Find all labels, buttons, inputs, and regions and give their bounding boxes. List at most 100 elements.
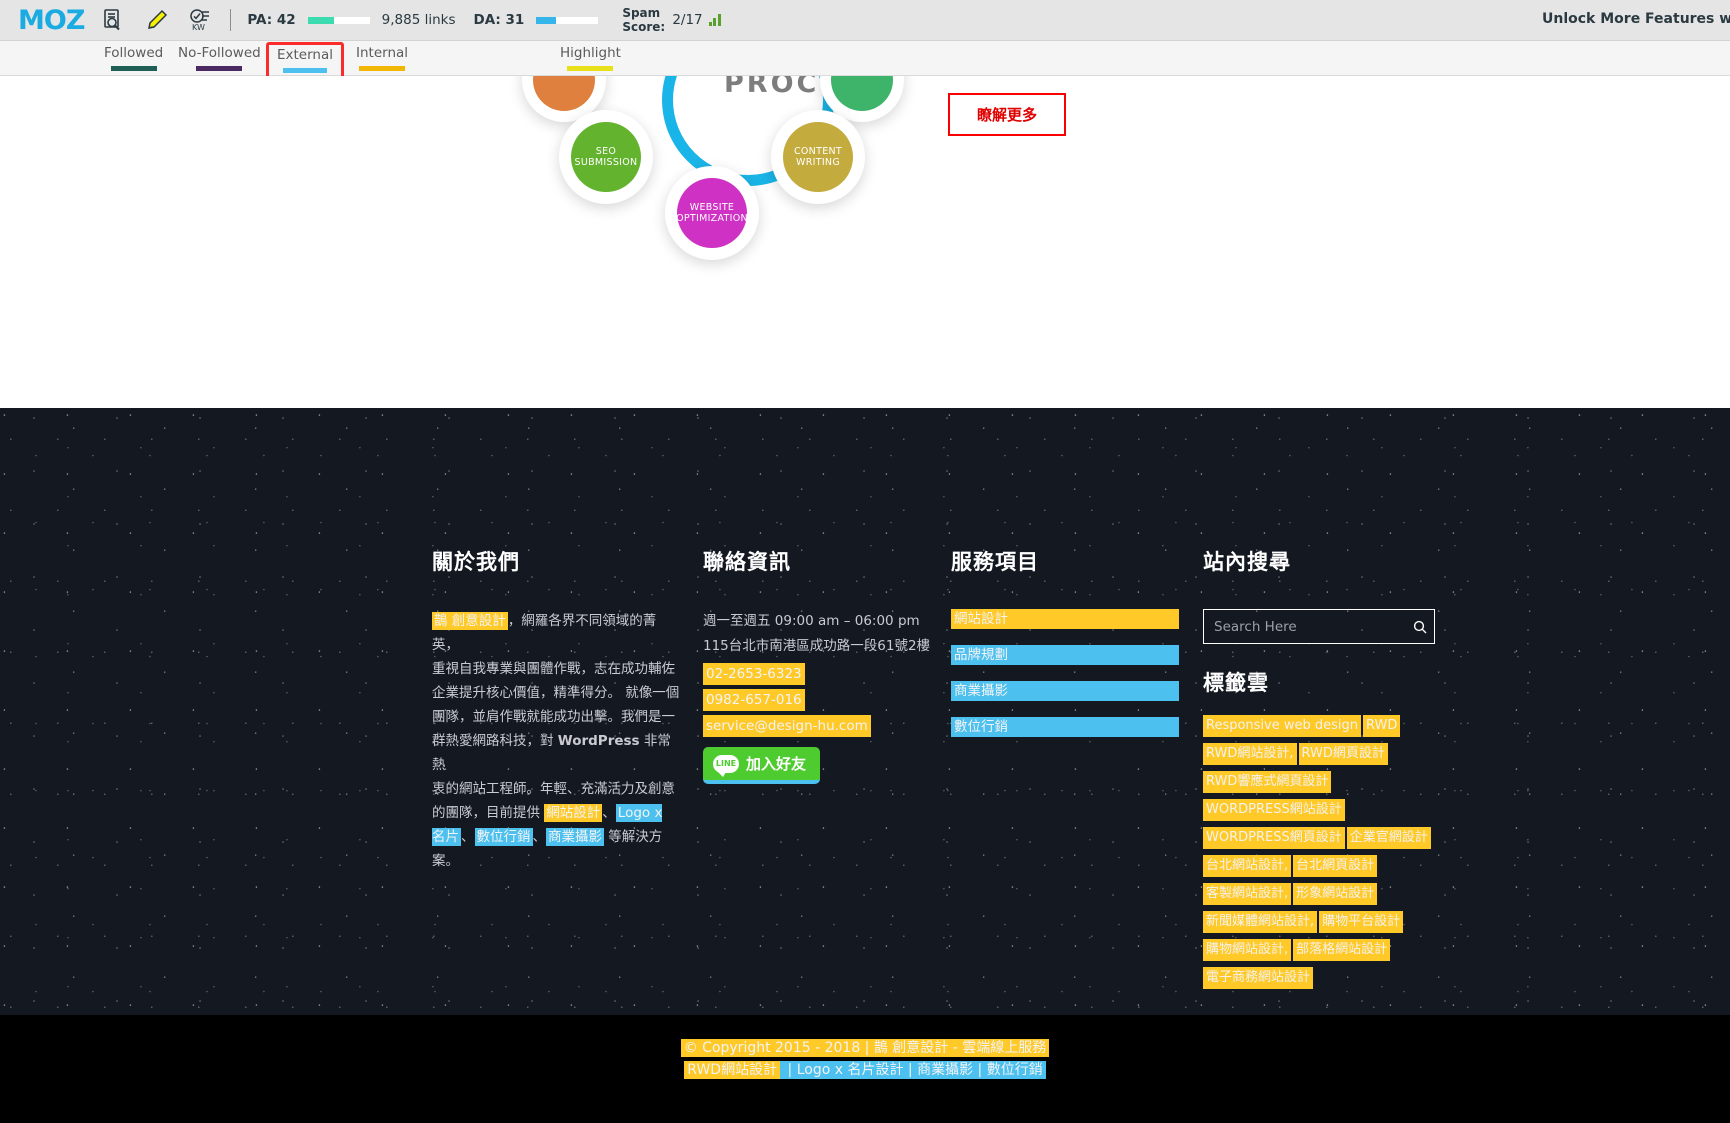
filter-internal-label: Internal: [356, 45, 409, 61]
tag-item[interactable]: 台北網站設計,: [1203, 855, 1292, 877]
tagcloud-heading: 標籤雲: [1203, 671, 1269, 695]
copyright-text[interactable]: © Copyright 2015 - 2018 | 鵲 創意設計 - 雲端線上服…: [680, 1039, 1050, 1057]
tag-item[interactable]: 購物網站設計,: [1203, 939, 1292, 961]
contact-email[interactable]: service@design-hu.com: [703, 715, 871, 737]
tag-item[interactable]: 部落格網站設計: [1293, 939, 1391, 961]
about-wordpress: WordPress: [557, 733, 640, 749]
keyword-icon[interactable]: KW: [186, 5, 216, 35]
service-item-brand-planning[interactable]: 品牌規劃: [951, 645, 1179, 665]
bubble-content-writing: CONTENT WRITING: [771, 110, 865, 204]
bubble-content-line1: CONTENT: [793, 146, 843, 157]
copyright-bar: © Copyright 2015 - 2018 | 鵲 創意設計 - 雲端線上服…: [0, 1015, 1730, 1123]
spam-score-label: Spam Score:: [622, 6, 666, 34]
tag-item[interactable]: RWD網站設計,: [1203, 743, 1297, 765]
contact-address: 115台北市南港區成功路一段61號2樓: [703, 638, 931, 654]
mozbar-toolbar: MOZ KW PA: 42 9,885 links DA: 31 Spam Sc…: [0, 0, 1730, 41]
filter-external-swatch: [283, 68, 327, 73]
tag-item[interactable]: 客製網站設計,: [1203, 883, 1292, 905]
site-search-box[interactable]: [1203, 609, 1435, 644]
pa-metric-bar: [307, 16, 370, 24]
tag-item[interactable]: WORDPRESS網站設計: [1203, 799, 1345, 821]
tag-item[interactable]: WORDPRESS網頁設計: [1203, 827, 1345, 849]
unlock-features-link[interactable]: Unlock More Features with MozBar: [1542, 11, 1730, 27]
about-sep2: 、: [461, 829, 475, 845]
about-sep1: 、: [602, 805, 616, 821]
contact-phone-2[interactable]: 0982-657-016: [703, 689, 805, 711]
site-footer: 關於我們 鵲 創意設計 ，網羅各界不同領域的菁英， 重視自我專業與團體作戰，志在成…: [0, 408, 1730, 1015]
filter-no-followed-label: No-Followed: [178, 45, 261, 61]
highlighter-icon[interactable]: [142, 5, 172, 35]
tag-item[interactable]: 電子商務網站設計: [1203, 967, 1314, 989]
filter-internal-swatch: [359, 66, 406, 71]
bubble-seo-line2: SUBMISSION: [574, 157, 638, 168]
filter-external-label: External: [277, 47, 334, 63]
tag-item[interactable]: 購物平台設計: [1319, 911, 1404, 933]
tag-item[interactable]: 企業官網設計: [1346, 827, 1431, 849]
about-sep3: 、: [532, 829, 547, 845]
about-p3: 企業提升核心價值，精準得分。 就像一個: [432, 685, 680, 701]
about-link-digital-marketing[interactable]: 數位行銷: [474, 828, 533, 846]
bubble-content-line2: WRITING: [796, 157, 840, 168]
about-brand-link[interactable]: 鵲 創意設計: [432, 612, 508, 630]
filter-internal[interactable]: Internal: [356, 45, 408, 71]
about-p5a: 群熱愛網路科技，對: [432, 733, 558, 749]
tag-item[interactable]: 台北網頁設計: [1293, 855, 1378, 877]
contact-heading: 聯絡資訊: [703, 550, 791, 574]
spam-label-line2: Score:: [622, 20, 666, 34]
about-p4: 團隊，並肩作戰就能成功出擊。我們是一: [432, 709, 675, 725]
bubble-website-line2: OPTIMIZATION: [676, 213, 748, 224]
tag-cloud: Responsive web design RWD RWD網站設計, RWD網頁設計 R…: [1203, 715, 1453, 995]
filter-followed[interactable]: Followed: [104, 45, 163, 71]
spam-score-bars-icon: [708, 14, 721, 26]
about-link-web-design[interactable]: 網站設計: [544, 804, 603, 822]
page-content: PROCESS SEO SUBMISSION CONTENT WRITING W…: [0, 76, 1730, 1123]
filter-followed-swatch: [110, 66, 157, 71]
filter-highlight-swatch: [567, 66, 614, 71]
tag-item[interactable]: 新聞媒體網站設計,: [1203, 911, 1318, 933]
search-input[interactable]: [1204, 618, 1406, 635]
links-count: 9,885 links: [381, 12, 456, 28]
bubble-website-line1: WEBSITE: [689, 202, 735, 213]
footer-col-about: 關於我們 鵲 創意設計 ，網羅各界不同領域的菁英， 重視自我專業與團體作戰，志在成…: [432, 546, 680, 873]
footer-col-services: 服務項目 網站設計 品牌規劃 商業攝影 數位行銷: [951, 546, 1183, 753]
about-p2: 重視自我專業與團體作戰，志在成功輔佐: [432, 661, 675, 677]
da-metric-bar: [536, 16, 599, 24]
line-add-friend-button[interactable]: LINE 加入好友: [703, 747, 821, 784]
service-item-digital-marketing[interactable]: 數位行銷: [951, 717, 1179, 737]
filter-no-followed[interactable]: No-Followed: [178, 45, 261, 71]
hero-graphic: PROCESS SEO SUBMISSION CONTENT WRITING W…: [0, 76, 1730, 456]
page-analysis-icon[interactable]: [98, 5, 128, 35]
learn-more-button[interactable]: 瞭解更多: [948, 93, 1066, 136]
tag-item[interactable]: 形象網站設計: [1293, 883, 1378, 905]
filter-no-followed-swatch: [196, 66, 243, 71]
spam-score-group: Spam Score: 2/17: [622, 6, 721, 34]
line-add-friend-label: 加入好友: [746, 755, 807, 773]
bubble-seo-line1: SEO: [595, 146, 617, 157]
tag-item[interactable]: RWD: [1363, 715, 1401, 737]
filter-external[interactable]: External: [266, 42, 345, 79]
copyright-link-others[interactable]: | Logo x 名片設計 | 商業攝影 | 數位行銷: [780, 1061, 1046, 1079]
service-item-commercial-photo[interactable]: 商業攝影: [951, 681, 1179, 701]
service-item-web-design[interactable]: 網站設計: [951, 609, 1179, 629]
search-heading: 站內搜尋: [1203, 550, 1291, 574]
copyright-line-1: © Copyright 2015 - 2018 | 鵲 創意設計 - 雲端線上服…: [0, 1037, 1730, 1057]
moz-logo[interactable]: MOZ: [18, 5, 85, 36]
tag-item[interactable]: Responsive web design: [1203, 715, 1362, 737]
copyright-link-rwd[interactable]: RWD網站設計: [684, 1061, 781, 1079]
filter-highlight[interactable]: Highlight: [560, 45, 621, 71]
search-icon[interactable]: [1406, 610, 1434, 643]
contact-hours: 週一至週五 09:00 am – 06:00 pm: [703, 613, 920, 629]
about-link-commercial-photo[interactable]: 商業攝影: [546, 828, 604, 846]
bubble-website-optimization: WEBSITE OPTIMIZATION: [665, 166, 759, 260]
about-body: 鵲 創意設計 ，網羅各界不同領域的菁英， 重視自我專業與團體作戰，志在成功輔佐 企…: [432, 609, 680, 873]
about-heading: 關於我們: [432, 550, 520, 574]
tag-item[interactable]: RWD響應式網頁設計: [1203, 771, 1332, 793]
footer-col-contact: 聯絡資訊 週一至週五 09:00 am – 06:00 pm 115台北市南港區…: [703, 546, 933, 784]
about-p6: 衷的網站工程師。年輕、充滿活力及創意: [432, 781, 675, 797]
contact-phone-1[interactable]: 02-2653-6323: [703, 663, 805, 685]
tag-item[interactable]: RWD網頁設計: [1298, 743, 1388, 765]
spam-label-line1: Spam: [622, 6, 661, 20]
svg-text:KW: KW: [192, 23, 205, 32]
toolbar-divider: [230, 9, 232, 31]
services-heading: 服務項目: [951, 550, 1039, 574]
